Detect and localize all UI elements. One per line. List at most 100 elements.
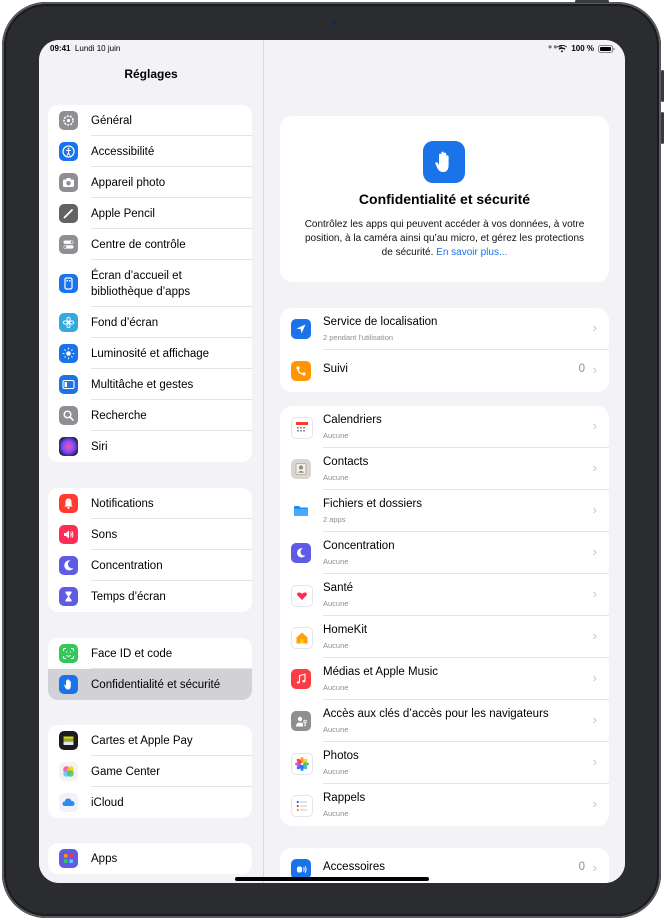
row-title: Accessoires <box>323 861 385 873</box>
row-subtitle: 2 pendant l’utilisation <box>323 333 394 342</box>
gear-icon <box>59 111 78 130</box>
accessibility-icon <box>59 142 78 161</box>
sidebar-group-accounts: Cartes et Apple Pay Game Center iCloud <box>48 725 252 818</box>
sidebar-item-label: Accessibilité <box>91 145 155 158</box>
sidebar-item-screen-time[interactable]: Temps d’écran <box>48 581 252 612</box>
row-tracking[interactable]: Suivi 0 › <box>280 350 609 392</box>
sidebar-item-focus[interactable]: Concentration <box>48 550 252 581</box>
sidebar-item-display[interactable]: Luminosité et affichage <box>48 338 252 369</box>
sidebar-item-wallet[interactable]: Cartes et Apple Pay <box>48 725 252 756</box>
sidebar-item-label: Multitâche et gestes <box>91 378 194 391</box>
row-calendars[interactable]: Calendriers Aucune › <box>280 406 609 448</box>
cloud-icon <box>59 793 78 812</box>
page-title: Confidentialité et sécurité <box>358 191 531 207</box>
sidebar-item-label: Cartes et Apple Pay <box>91 734 193 747</box>
location-arrow-icon <box>291 319 311 339</box>
sidebar-group-notifications: Notifications Sons Concentration Temps d… <box>48 488 252 612</box>
row-subtitle: Aucune <box>323 809 349 818</box>
row-title: Photos <box>323 750 359 762</box>
contacts-icon <box>291 459 311 479</box>
chevron-right-icon: › <box>592 670 597 685</box>
status-time: 09:41 <box>50 44 71 53</box>
faceid-icon <box>59 644 78 663</box>
sidebar-item-game-center[interactable]: Game Center <box>48 756 252 787</box>
battery-icon <box>598 44 615 53</box>
folder-icon <box>291 501 311 521</box>
sidebar-item-accessibility[interactable]: Accessibilité <box>48 136 252 167</box>
sidebar: 09:41 Lundi 10 juin Réglages Général Acc… <box>39 40 264 883</box>
sidebar-item-privacy[interactable]: Confidentialité et sécurité <box>48 669 252 700</box>
learn-more-link[interactable]: En savoir plus... <box>436 247 507 258</box>
sidebar-item-camera[interactable]: Appareil photo <box>48 167 252 198</box>
row-media-apple-music[interactable]: Médias et Apple Music Aucune › <box>280 658 609 700</box>
wallet-icon <box>59 731 78 750</box>
privacy-header-card: Confidentialité et sécurité Contrôlez le… <box>280 116 609 282</box>
row-title: Fichiers et dossiers <box>323 498 423 510</box>
sidebar-item-home-screen[interactable]: Écran d’accueil et bibliothèque d’apps <box>48 260 252 307</box>
row-subtitle: 2 apps <box>323 515 346 524</box>
sidebar-item-control-center[interactable]: Centre de contrôle <box>48 229 252 260</box>
row-subtitle: Aucune <box>323 599 349 608</box>
sidebar-item-siri[interactable]: Siri <box>48 431 252 462</box>
wifi-icon <box>557 44 568 52</box>
sidebar-item-label: Appareil photo <box>91 176 166 189</box>
row-title: Suivi <box>323 363 348 375</box>
status-date: Lundi 10 juin <box>74 44 121 53</box>
row-reminders[interactable]: Rappels Aucune › <box>280 784 609 826</box>
row-homekit[interactable]: HomeKit Aucune › <box>280 616 609 658</box>
heart-icon <box>291 585 313 607</box>
row-title: HomeKit <box>323 624 368 636</box>
top-button <box>575 0 609 3</box>
photos-icon <box>291 753 313 775</box>
row-focus[interactable]: Concentration Aucune › <box>280 532 609 574</box>
sidebar-item-label: Siri <box>91 440 108 453</box>
sidebar-item-icloud[interactable]: iCloud <box>48 787 252 818</box>
reminders-icon <box>291 795 313 817</box>
row-subtitle: Aucune <box>323 431 349 440</box>
siri-icon <box>59 437 78 456</box>
chevron-right-icon: › <box>592 712 597 727</box>
row-passkeys-browsers[interactable]: Accès aux clés d’accès pour les navigate… <box>280 700 609 742</box>
sidebar-group-general: Général Accessibilité Appareil photo App… <box>48 105 252 462</box>
chevron-right-icon: › <box>592 418 597 433</box>
sidebar-item-face-id[interactable]: Face ID et code <box>48 638 252 669</box>
wallpaper-icon <box>59 313 78 332</box>
sidebar-item-multitasking[interactable]: Multitâche et gestes <box>48 369 252 400</box>
row-subtitle: Aucune <box>323 641 349 650</box>
multitasking-icon <box>59 375 78 394</box>
sidebar-title: Réglages <box>124 67 178 81</box>
chevron-right-icon: › <box>592 362 597 377</box>
row-files-folders[interactable]: Fichiers et dossiers 2 apps › <box>280 490 609 532</box>
hand-icon <box>59 675 78 694</box>
home-icon <box>291 627 313 649</box>
row-subtitle: Aucune <box>323 473 349 482</box>
sidebar-item-wallpaper[interactable]: Fond d’écran <box>48 307 252 338</box>
row-contacts[interactable]: Contacts Aucune › <box>280 448 609 490</box>
sidebar-item-general[interactable]: Général <box>48 105 252 136</box>
row-title: Service de localisation <box>323 316 438 328</box>
sidebar-item-search[interactable]: Recherche <box>48 400 252 431</box>
sidebar-item-label: Game Center <box>91 765 161 778</box>
volume-button <box>661 112 664 144</box>
sidebar-item-label: Face ID et code <box>91 647 173 660</box>
home-indicator[interactable] <box>235 877 429 881</box>
sidebar-item-notifications[interactable]: Notifications <box>48 488 252 519</box>
brightness-icon <box>59 344 78 363</box>
sidebar-item-apple-pencil[interactable]: Apple Pencil <box>48 198 252 229</box>
accessories-icon <box>291 859 311 879</box>
chevron-right-icon: › <box>592 320 597 335</box>
camera-icon <box>59 173 78 192</box>
row-location-services[interactable]: Service de localisation 2 pendant l’util… <box>280 308 609 350</box>
battery-percentage: 100 % <box>571 44 594 53</box>
chevron-right-icon: › <box>592 586 597 601</box>
sidebar-item-sounds[interactable]: Sons <box>48 519 252 550</box>
page-description: Contrôlez les apps qui peuvent accéder à… <box>300 218 589 260</box>
row-title: Concentration <box>323 540 395 552</box>
row-photos[interactable]: Photos Aucune › <box>280 742 609 784</box>
row-title: Médias et Apple Music <box>323 666 439 678</box>
sidebar-group-apps: Apps <box>48 843 252 874</box>
row-health[interactable]: Santé Aucune › <box>280 574 609 616</box>
sidebar-item-label: Confidentialité et sécurité <box>91 678 221 691</box>
sidebar-item-apps[interactable]: Apps <box>48 843 252 874</box>
sidebar-item-label: Concentration <box>91 559 163 572</box>
